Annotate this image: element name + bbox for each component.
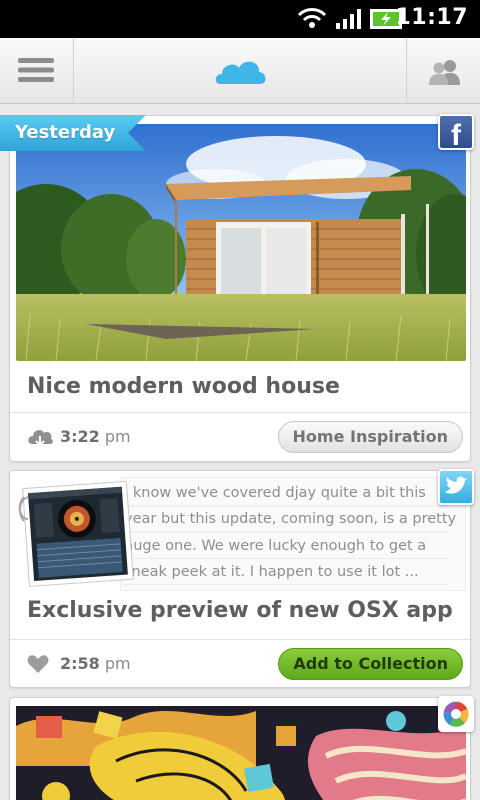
clock: 11:17 bbox=[395, 5, 468, 30]
excerpt-text[interactable]: I know we've covered djay quite a bit th… bbox=[124, 480, 456, 590]
facebook-icon: f bbox=[438, 114, 474, 150]
menu-button[interactable] bbox=[0, 38, 74, 104]
feed-card[interactable] bbox=[9, 696, 474, 800]
menu-icon bbox=[18, 58, 54, 82]
card-title[interactable]: Nice modern wood house bbox=[27, 374, 340, 399]
card-title[interactable]: Exclusive preview of new OSX app bbox=[27, 598, 453, 623]
collection-button[interactable]: Home Inspiration bbox=[277, 421, 463, 453]
post-time: 3:22 pm bbox=[60, 427, 131, 446]
people-icon bbox=[429, 60, 460, 85]
picasa-icon bbox=[438, 696, 474, 732]
feed-card[interactable]: I know we've covered djay quite a bit th… bbox=[9, 469, 474, 689]
card-footer: 3:22 pm Home Inspiration bbox=[10, 412, 470, 462]
illustration-photo[interactable] bbox=[16, 706, 466, 800]
cloud-download-icon[interactable] bbox=[27, 427, 53, 449]
heart-icon[interactable] bbox=[27, 654, 49, 674]
app-bar bbox=[0, 38, 480, 104]
card-footer: 2:58 pm Add to Collection bbox=[10, 639, 470, 689]
add-to-collection-button[interactable]: Add to Collection bbox=[278, 648, 463, 680]
svg-text:f: f bbox=[451, 119, 462, 148]
section-date-label: Yesterday bbox=[0, 115, 146, 152]
status-bar: 11:17 bbox=[0, 0, 480, 38]
post-time: 2:58 pm bbox=[60, 654, 131, 673]
house-photo[interactable] bbox=[16, 124, 466, 361]
wifi-icon bbox=[297, 8, 327, 28]
signal-icon bbox=[336, 9, 361, 29]
twitter-icon bbox=[438, 469, 474, 505]
cloud-logo-icon bbox=[215, 61, 266, 84]
feed-card[interactable]: Nice modern wood house 3:22 pm Home Insp… bbox=[9, 114, 474, 462]
app-thumbnail[interactable] bbox=[16, 479, 136, 589]
people-button[interactable] bbox=[406, 38, 480, 104]
